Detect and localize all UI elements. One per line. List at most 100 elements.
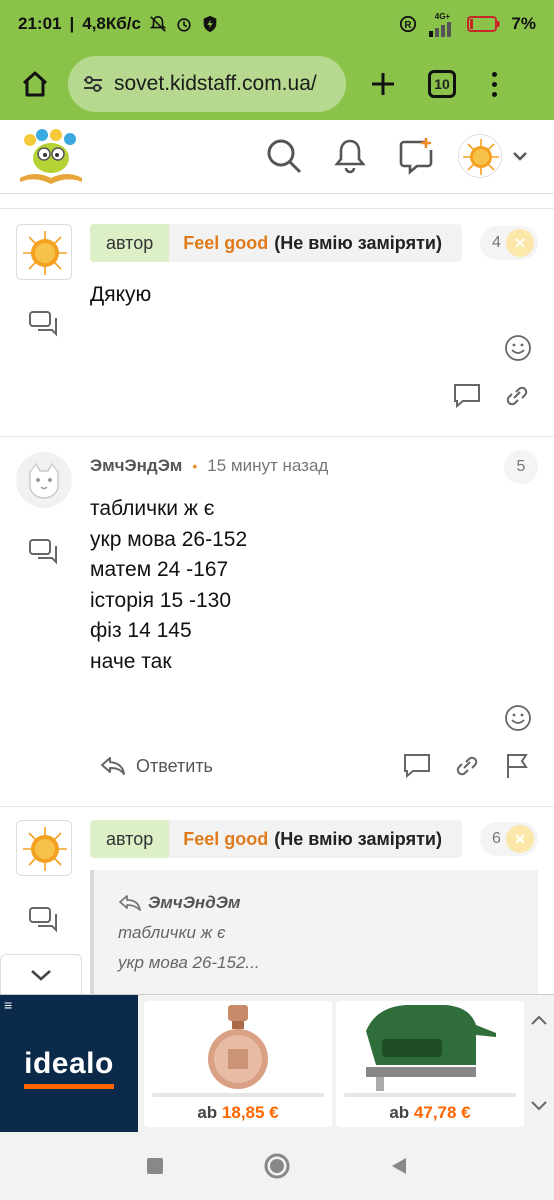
divider xyxy=(0,436,554,437)
perfume-bottle-image xyxy=(208,1005,268,1089)
home-icon xyxy=(22,71,48,97)
chevron-down-icon[interactable] xyxy=(510,146,530,166)
battery-icon xyxy=(467,16,500,32)
menu-icon[interactable]: ≡ xyxy=(4,997,12,1013)
report-flag-icon[interactable] xyxy=(502,752,532,780)
svg-text:R: R xyxy=(405,20,412,31)
home-button[interactable] xyxy=(10,59,60,109)
ad-carousel-controls xyxy=(528,1013,550,1113)
comment-number-badge: 6 × xyxy=(480,822,538,856)
author-name[interactable]: Feel good xyxy=(169,233,268,254)
divider xyxy=(0,806,554,807)
comment-number: 5 xyxy=(504,450,538,484)
new-message-icon[interactable] xyxy=(396,136,436,176)
comment-line: матем 24 -167 xyxy=(90,558,229,581)
comment-line: фіз 14 145 xyxy=(90,619,192,642)
url-text: sovet.kidstaff.com.ua/ xyxy=(114,72,317,95)
browser-toolbar: sovet.kidstaff.com.ua/ 10 xyxy=(0,48,554,120)
comments-feed: автор Feel good (Не вмію заміряти) 4 × Д… xyxy=(0,194,554,994)
chat-icon[interactable] xyxy=(28,538,60,566)
divider xyxy=(344,1093,516,1097)
chevron-down-icon xyxy=(31,969,51,981)
reply-arrow-icon xyxy=(101,757,125,775)
ad-banner[interactable]: ≡ idealo ab 18,85 € ab 47,78 € xyxy=(0,994,554,1133)
quote-line: укр мова 26-152... xyxy=(118,953,260,972)
registered-icon: R xyxy=(400,15,417,33)
comment-avatar[interactable] xyxy=(16,452,72,508)
comment-line: наче так xyxy=(90,649,172,673)
close-icon[interactable]: × xyxy=(506,825,534,853)
link-icon[interactable] xyxy=(452,752,482,780)
browser-menu-button[interactable] xyxy=(484,71,504,97)
comment-body: таблички ж є укр мова 26-152 матем 24 -1… xyxy=(90,494,247,677)
quote-block[interactable]: ЭмчЭндЭм таблички ж є укр мова 26-152... xyxy=(90,870,538,994)
new-tab-button[interactable] xyxy=(360,61,406,107)
link-icon[interactable] xyxy=(502,382,532,410)
tab-switcher-button[interactable]: 10 xyxy=(428,70,456,98)
site-header xyxy=(0,120,554,194)
author-status: (Не вмію заміряти) xyxy=(274,232,442,253)
author-tag: автор xyxy=(90,224,170,262)
plus-icon xyxy=(372,73,394,95)
sun-avatar-icon xyxy=(459,135,501,177)
comment-avatar[interactable] xyxy=(16,820,72,876)
ad-product-card[interactable]: ab 18,85 € xyxy=(144,1001,332,1127)
chat-icon[interactable] xyxy=(28,906,60,934)
author-name[interactable]: Feel good xyxy=(169,829,268,850)
comment-line: укр мова 26-152 xyxy=(90,527,248,551)
separator-dot: • xyxy=(192,458,198,474)
quote-author-row: ЭмчЭндЭм xyxy=(118,888,538,918)
author-bar: автор Feel good (Не вмію заміряти) xyxy=(90,224,462,262)
ad-product-card[interactable]: ab 47,78 € xyxy=(336,1001,524,1127)
comment-number-badge: 4 × xyxy=(480,226,538,260)
bell-muted-icon xyxy=(149,15,167,32)
quote-line: таблички ж є xyxy=(118,923,226,942)
ad-brand-panel[interactable]: ≡ idealo xyxy=(0,995,138,1133)
comment-line: Дякую xyxy=(90,283,152,306)
battery-level: 7% xyxy=(511,14,536,33)
chevron-up-icon[interactable] xyxy=(529,1013,549,1027)
comment-time: 15 минут назад xyxy=(207,456,329,475)
smiley-icon[interactable] xyxy=(504,334,532,362)
collapse-toggle-button[interactable] xyxy=(0,954,82,994)
network-speed: 4,8Кб/с xyxy=(82,14,141,33)
signal-icon xyxy=(429,21,452,37)
comment-meta: ЭмчЭндЭм • 15 минут назад xyxy=(90,456,328,476)
user-avatar[interactable] xyxy=(458,134,502,178)
network-type: 4G+ xyxy=(434,11,451,21)
chevron-down-icon[interactable] xyxy=(529,1099,549,1113)
author-tag: автор xyxy=(90,820,170,858)
divider xyxy=(0,208,554,209)
close-icon[interactable]: × xyxy=(506,229,534,257)
system-nav-bar xyxy=(0,1132,554,1200)
search-icon[interactable] xyxy=(264,136,304,176)
site-logo[interactable] xyxy=(16,126,86,186)
site-settings-icon[interactable] xyxy=(82,73,104,95)
comment-body: Дякую xyxy=(90,280,151,311)
home-circle-icon[interactable] xyxy=(263,1152,291,1180)
ad-price: ab 47,78 € xyxy=(389,1103,471,1122)
comment-number: 6 xyxy=(492,830,501,847)
alarm-icon xyxy=(177,18,191,32)
smiley-icon[interactable] xyxy=(504,704,532,732)
author-bar: автор Feel good (Не вмію заміряти) xyxy=(90,820,462,858)
status-bar: 21:01 | 4,8Кб/с R 4G+ 7% xyxy=(0,0,554,48)
comment-line: таблички ж є xyxy=(90,497,215,520)
reply-label: Ответить xyxy=(136,755,213,776)
comment-number: 4 xyxy=(492,234,501,251)
reply-arrow-icon xyxy=(119,895,141,911)
quote-author: ЭмчЭндЭм xyxy=(148,893,241,912)
recent-apps-icon[interactable] xyxy=(145,1156,165,1176)
chat-icon[interactable] xyxy=(28,310,60,338)
comment-icon[interactable] xyxy=(402,752,432,780)
reply-button[interactable]: Ответить xyxy=(100,752,213,780)
comment-author[interactable]: ЭмчЭндЭм xyxy=(90,456,182,476)
author-status: (Не вмію заміряти) xyxy=(274,828,442,849)
sun-avatar-icon xyxy=(23,231,67,275)
comment-icon[interactable] xyxy=(452,382,482,410)
back-icon[interactable] xyxy=(389,1156,409,1176)
comment-avatar[interactable] xyxy=(16,224,72,280)
url-field[interactable]: sovet.kidstaff.com.ua/ xyxy=(68,56,346,112)
notification-bell-icon[interactable] xyxy=(330,136,370,176)
comment-line: історія 15 -130 xyxy=(90,588,232,612)
